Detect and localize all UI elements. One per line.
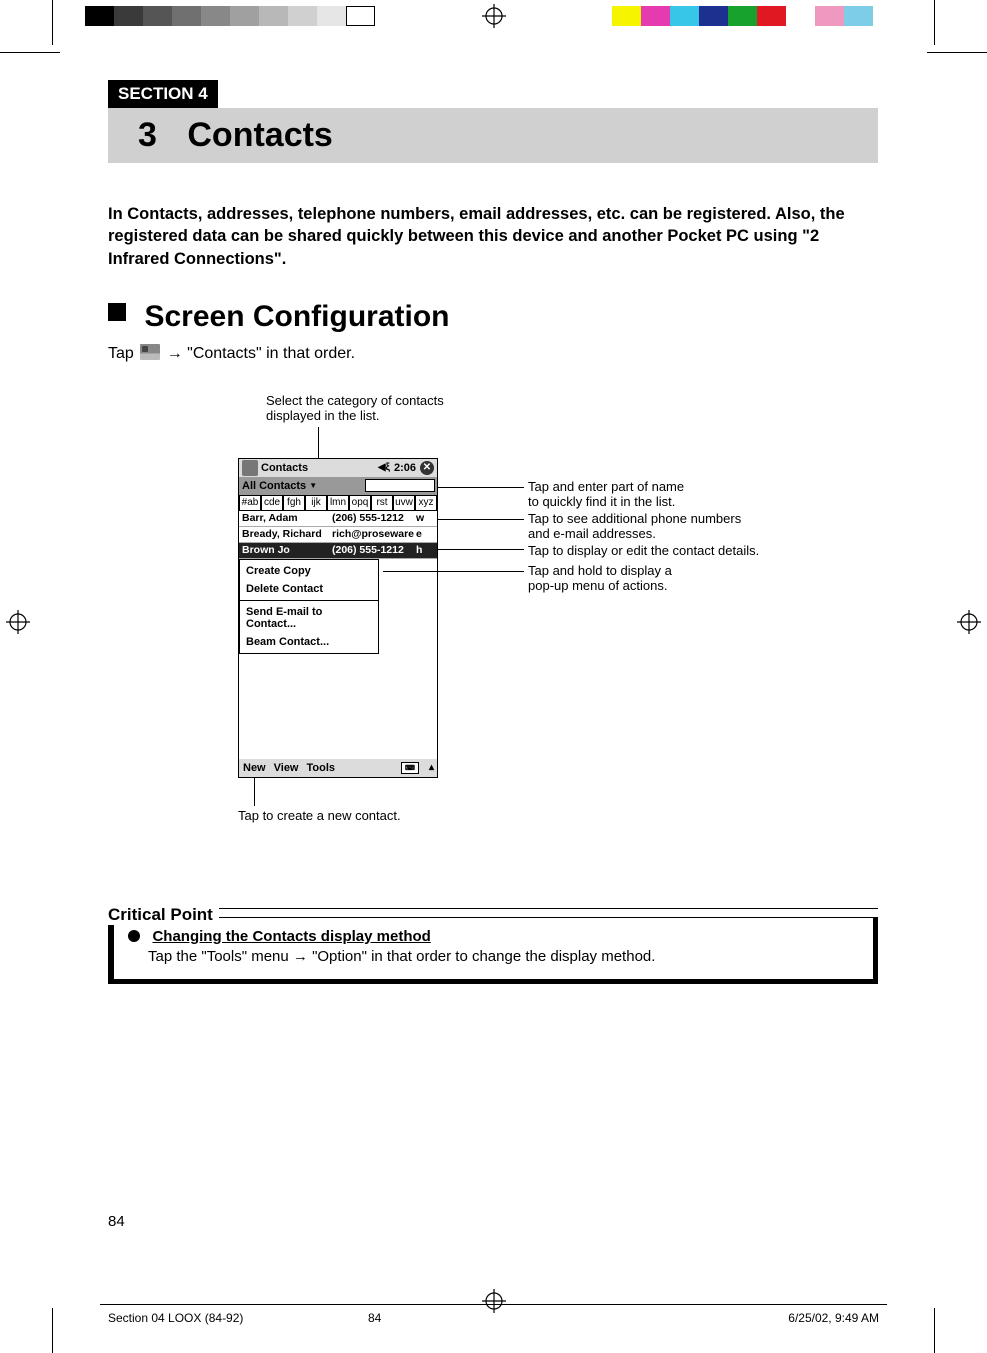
critical-point-body: Tap the "Tools" menu → "Option" in that … [148, 948, 859, 965]
crop-mark [934, 1308, 935, 1353]
footer-slug: Section 04 LOOX (84-92) 84 6/25/02, 9:49… [108, 1311, 879, 1325]
annotation-leader-line [254, 778, 255, 806]
contact-phone: rich@proseware.... [332, 528, 414, 540]
section-label: SECTION 4 [108, 80, 218, 108]
filter-bar: All Contacts [239, 477, 437, 495]
footer-rule [100, 1304, 887, 1305]
contact-type: w [416, 512, 424, 524]
annotation-more-numbers: Tap to see additional phone numbers and … [528, 511, 741, 542]
page-number: 84 [108, 1213, 125, 1230]
contact-type: h [416, 544, 422, 556]
menu-delete-contact[interactable]: Delete Contact [240, 580, 378, 598]
alpha-tab[interactable]: cde [261, 495, 283, 511]
annotation-leader-line [438, 519, 524, 520]
menu-send-email[interactable]: Send E-mail to Contact... [240, 603, 378, 633]
chapter-heading: 3 Contacts [108, 108, 878, 163]
start-menu-icon[interactable] [242, 460, 258, 476]
alpha-tab[interactable]: fgh [283, 495, 305, 511]
contact-phone: (206) 555-1212 [332, 512, 414, 524]
chapter-title: Contacts [187, 116, 332, 154]
keyboard-icon[interactable]: ⌨ [401, 762, 419, 774]
clock-time: 2:06 [394, 462, 416, 474]
section-heading-text: Screen Configuration [144, 300, 449, 333]
menu-view[interactable]: View [274, 762, 299, 774]
alpha-tab[interactable]: opq [349, 495, 371, 511]
contact-row[interactable]: Bready, Richard rich@proseware.... e [239, 527, 437, 543]
footer-file: Section 04 LOOX (84-92) [108, 1311, 243, 1325]
crop-mark [52, 0, 53, 45]
menu-tools[interactable]: Tools [307, 762, 336, 774]
registration-mark-icon [957, 610, 981, 634]
colorbar-right [612, 6, 902, 26]
annotation-search: Tap and enter part of name to quickly fi… [528, 479, 684, 510]
registration-mark-icon [482, 4, 506, 28]
alpha-tabs: #ab cde fgh ijk lmn opq rst uvw xyz [239, 495, 437, 511]
colorbar-left [85, 6, 375, 26]
menu-beam-contact[interactable]: Beam Contact... [240, 633, 378, 651]
contact-name: Brown Jo [242, 544, 330, 556]
registration-mark-icon [482, 1289, 506, 1313]
contact-row-selected[interactable]: Brown Jo (206) 555-1212 h [239, 543, 437, 559]
alpha-tab[interactable]: #ab [239, 495, 261, 511]
crop-mark [927, 52, 987, 53]
close-icon[interactable]: ✕ [420, 461, 434, 475]
critical-point-section: Critical Point Changing the Contacts dis… [108, 893, 878, 984]
tap-instruction: Tap → "Contacts" in that order. [108, 344, 878, 363]
annotation-leader-line [438, 487, 524, 488]
annotation-leader-line [438, 549, 524, 550]
menu-separator [240, 600, 378, 601]
alpha-tab[interactable]: uvw [393, 495, 415, 511]
sip-up-icon[interactable]: ▴ [429, 762, 434, 773]
registration-mark-icon [6, 610, 30, 634]
annotation-category: Select the category of contacts displaye… [266, 393, 496, 424]
round-bullet-icon [128, 930, 140, 942]
tap-pre: Tap [108, 345, 138, 362]
app-title: Contacts [261, 462, 308, 474]
chapter-number: 3 [138, 116, 157, 154]
category-dropdown[interactable]: All Contacts [239, 480, 317, 492]
tap-post: → "Contacts" in that order. [167, 345, 355, 362]
critical-point-title: Changing the Contacts display method [152, 928, 430, 945]
start-flag-icon [140, 344, 160, 360]
alpha-tab[interactable]: lmn [327, 495, 349, 511]
intro-paragraph: In Contacts, addresses, telephone number… [108, 203, 878, 270]
critical-point-item: Changing the Contacts display method [128, 928, 859, 946]
annotation-leader-line [383, 571, 524, 572]
annotated-figure: Select the category of contacts displaye… [108, 393, 878, 833]
footer-page: 84 [368, 1311, 381, 1325]
contact-type: e [416, 528, 422, 540]
crop-mark [934, 0, 935, 45]
crop-mark [0, 52, 60, 53]
page-content: SECTION 4 3 Contacts In Contacts, addres… [108, 80, 878, 1270]
device-screenshot: Contacts ◀ξ 2:06 ✕ All Contacts #ab cde … [238, 458, 438, 778]
device-titlebar: Contacts ◀ξ 2:06 ✕ [239, 459, 437, 477]
menu-new[interactable]: New [243, 762, 266, 774]
contact-phone: (206) 555-1212 [332, 544, 414, 556]
annotation-new-contact: Tap to create a new contact. [238, 808, 401, 823]
critical-point-box: Changing the Contacts display method Tap… [108, 917, 878, 984]
context-menu: Create Copy Delete Contact Send E-mail t… [239, 559, 379, 654]
alpha-tab[interactable]: xyz [415, 495, 437, 511]
annotation-edit-contact: Tap to display or edit the contact detai… [528, 543, 759, 559]
alpha-tab[interactable]: ijk [305, 495, 327, 511]
menu-create-copy[interactable]: Create Copy [240, 562, 378, 580]
alpha-tab[interactable]: rst [371, 495, 393, 511]
contact-name: Barr, Adam [242, 512, 330, 524]
screen-configuration-heading: Screen Configuration [108, 300, 878, 334]
annotation-popup: Tap and hold to display a pop-up menu of… [528, 563, 672, 594]
critical-point-label: Critical Point [108, 905, 219, 925]
speaker-icon[interactable]: ◀ξ [378, 462, 390, 473]
find-input[interactable] [365, 479, 435, 492]
footer-datetime: 6/25/02, 9:49 AM [788, 1311, 879, 1325]
crop-mark [52, 1308, 53, 1353]
contact-row[interactable]: Barr, Adam (206) 555-1212 w [239, 511, 437, 527]
square-bullet-icon [108, 303, 126, 321]
contact-name: Bready, Richard [242, 528, 330, 540]
device-menubar: New View Tools ⌨ ▴ [239, 759, 437, 777]
